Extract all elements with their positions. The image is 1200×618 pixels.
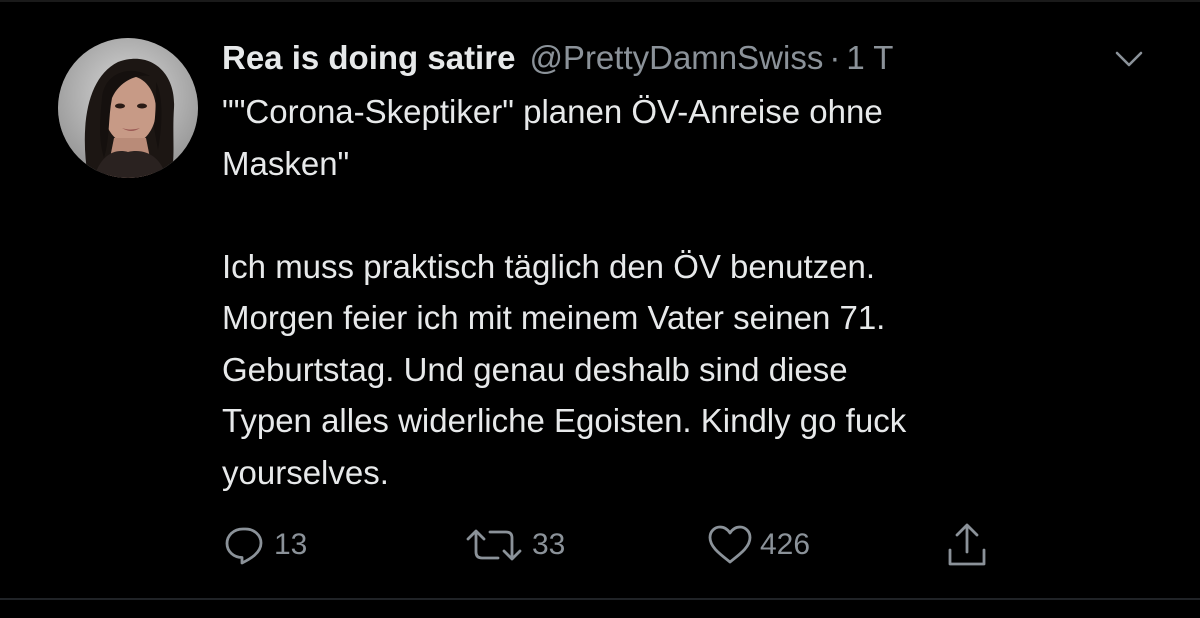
share-upload-icon bbox=[948, 523, 986, 566]
avatar[interactable] bbox=[58, 38, 198, 178]
separator-dot: · bbox=[829, 39, 841, 76]
avatar-photo bbox=[58, 38, 198, 178]
tweet-actions: 13 33 426 bbox=[222, 518, 1022, 572]
bottom-divider bbox=[0, 598, 1200, 600]
heart-icon bbox=[708, 525, 752, 564]
top-divider bbox=[0, 0, 1200, 2]
speech-bubble-icon bbox=[225, 527, 263, 565]
timestamp[interactable]: 1 T bbox=[846, 36, 893, 80]
retweet-arrows-icon bbox=[466, 529, 522, 561]
like-button[interactable]: 426 bbox=[706, 518, 810, 572]
share-button[interactable] bbox=[944, 518, 990, 572]
tweet-card[interactable]: Rea is doing satire @PrettyDamnSwiss · 1… bbox=[0, 0, 1200, 618]
tweet-header: Rea is doing satire @PrettyDamnSwiss · 1… bbox=[222, 36, 893, 80]
like-count: 426 bbox=[760, 528, 811, 561]
reply-count: 13 bbox=[274, 528, 308, 561]
retweet-button[interactable]: 33 bbox=[462, 518, 565, 572]
retweet-count: 33 bbox=[532, 528, 566, 561]
user-handle[interactable]: @PrettyDamnSwiss bbox=[529, 36, 823, 80]
reply-button[interactable]: 13 bbox=[222, 518, 307, 572]
display-name[interactable]: Rea is doing satire bbox=[222, 36, 515, 80]
tweet-menu-button[interactable] bbox=[1112, 46, 1146, 72]
tweet-text: ""Corona-Skeptiker" planen ÖV-Anreise oh… bbox=[222, 93, 907, 491]
chevron-down-icon bbox=[1115, 51, 1143, 67]
